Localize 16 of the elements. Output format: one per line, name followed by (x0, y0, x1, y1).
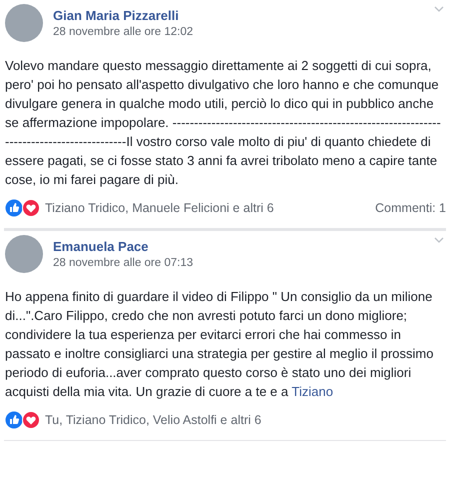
reactions-text[interactable]: Tiziano Tridico, Manuele Felicioni e altri 6 (45, 201, 376, 215)
reaction-icon[interactable] (5, 411, 41, 429)
author-name[interactable]: Gian Maria Pizzarelli (53, 8, 194, 23)
chevron-icon[interactable] (434, 237, 444, 243)
avatar-placeholder[interactable] (5, 235, 43, 273)
post-time[interactable]: 28 novembre alle ore 12:02 (53, 26, 194, 38)
author-name[interactable]: Emanuela Pace (53, 239, 194, 254)
post-text: Ho appena finito di guardare il video di Filippo " Un consiglio da un milione di...".Caro Filippo, credo che non avresti potuto farci un dono migliore; condividere la tua esperienza per evitarci errori che hai commesso in passato e inoltre consigliarci una strategia per gestire al meglio il prossimo periodo di euforia...aver comprato questo corso è stato uno dei migliori acquisti della mia vita. Un grazie di cuore a te e a Tiziano (5, 288, 434, 401)
post-time[interactable]: 28 novembre alle ore 07:13 (53, 257, 194, 269)
reaction-icon[interactable] (5, 199, 41, 217)
post-text: Volevo mandare questo messaggio direttamente ai 2 soggetti di cui sopra, pero' poi ho pensato all'aspetto divulgativo che loro hanno e che comunque divulgare genera in qualche modo utili, perciò lo dico qui in pubblico anche se affermazione impopolare. ------------------------------------------------------------------------------------------Il vostro corso vale molto di piu' di quanto chiedete di essere pagati, se ci fosse stato 3 anni fa avrei tribolato meno a capire tante cose, io mi farei pagare di più. (5, 57, 441, 189)
mention-link[interactable]: Tiziano (292, 384, 334, 399)
comments-count[interactable]: Commenti: 1 (375, 201, 446, 215)
reactions-text[interactable]: Tu, Tiziano Tridico, Velio Astolfi e altri 6 (45, 413, 446, 427)
chevron-icon[interactable] (434, 6, 444, 12)
avatar-placeholder[interactable] (5, 4, 43, 42)
